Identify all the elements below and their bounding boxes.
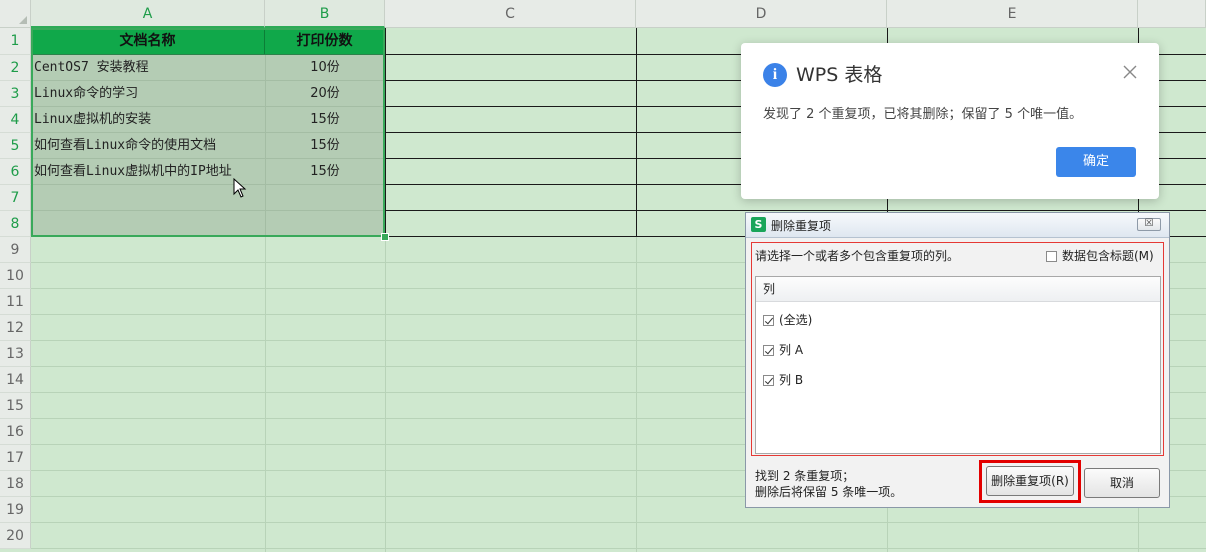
column-list: 列 (全选) 列 A 列 B: [755, 276, 1161, 454]
column-item-a[interactable]: 列 A: [763, 341, 803, 358]
cell-b3[interactable]: 20份: [265, 81, 385, 107]
select-all-corner[interactable]: [0, 0, 31, 28]
header-checkbox[interactable]: 数据包含标题(M): [1046, 247, 1154, 264]
column-item-select-all[interactable]: (全选): [763, 311, 812, 328]
row-header[interactable]: 9: [0, 237, 31, 263]
fill-handle[interactable]: [381, 233, 389, 241]
row-header[interactable]: 5: [0, 133, 31, 159]
cell-a6[interactable]: 如何查看Linux虚拟机中的IP地址: [31, 159, 265, 185]
dialog-titlebar[interactable]: S 删除重复项 ☒: [746, 213, 1169, 238]
popup-message: 发现了 2 个重复项，已将其删除；保留了 5 个唯一值。: [763, 107, 1083, 122]
column-header-e[interactable]: E: [887, 0, 1138, 28]
row-header[interactable]: 2: [0, 55, 31, 81]
popup-title: WPS 表格: [796, 64, 883, 86]
column-item-label: 列 A: [779, 343, 804, 357]
row-header[interactable]: 8: [0, 211, 31, 237]
gridline: [31, 548, 1206, 549]
wps-info-popup: i WPS 表格 发现了 2 个重复项，已将其删除；保留了 5 个唯一值。 确定: [741, 43, 1159, 199]
column-item-b[interactable]: 列 B: [763, 371, 803, 388]
checkbox-checked-icon[interactable]: [763, 345, 774, 356]
row-header[interactable]: 16: [0, 419, 31, 445]
row-header[interactable]: 19: [0, 497, 31, 523]
column-header-d[interactable]: D: [636, 0, 887, 28]
row-header[interactable]: 1: [0, 28, 31, 55]
header-checkbox-box[interactable]: [1046, 251, 1057, 262]
column-item-label: 列 B: [779, 373, 804, 387]
mouse-cursor-icon: [233, 178, 247, 198]
row-header[interactable]: 11: [0, 289, 31, 315]
remove-duplicates-dialog: S 删除重复项 ☒ 请选择一个或者多个包含重复项的列。 数据包含标题(M) 列 …: [745, 212, 1170, 508]
dialog-prompt: 请选择一个或者多个包含重复项的列。: [755, 249, 960, 263]
status-line-found: 找到 2 条重复项；: [755, 469, 855, 483]
column-header-f[interactable]: [1138, 0, 1206, 28]
row-header[interactable]: 15: [0, 393, 31, 419]
gridline: [31, 522, 1206, 523]
remove-duplicates-button[interactable]: 删除重复项(R): [986, 466, 1074, 496]
cell-a1[interactable]: 文档名称: [31, 28, 265, 55]
row-header[interactable]: 13: [0, 341, 31, 367]
ok-button[interactable]: 确定: [1056, 147, 1136, 177]
cell-a2[interactable]: CentOS7 安装教程: [31, 55, 265, 81]
row-header[interactable]: 12: [0, 315, 31, 341]
close-icon[interactable]: [1123, 65, 1137, 79]
cancel-button[interactable]: 取消: [1084, 468, 1160, 498]
status-line-keep: 删除后将保留 5 条唯一项。: [755, 485, 903, 499]
cell-a5[interactable]: 如何查看Linux命令的使用文档: [31, 133, 265, 159]
row-header[interactable]: 20: [0, 523, 31, 549]
info-icon: i: [763, 63, 787, 87]
cell-b2[interactable]: 10份: [265, 55, 385, 81]
row-header[interactable]: 14: [0, 367, 31, 393]
cell-b5[interactable]: 15份: [265, 133, 385, 159]
cell-a4[interactable]: Linux虚拟机的安装: [31, 107, 265, 133]
duplicate-status: 找到 2 条重复项； 删除后将保留 5 条唯一项。: [755, 468, 902, 500]
column-list-header: 列: [756, 277, 1160, 302]
wps-sheet-logo-icon: S: [751, 217, 766, 232]
dialog-title: 删除重复项: [771, 219, 832, 233]
column-header-a[interactable]: A: [31, 0, 265, 28]
column-header-b[interactable]: B: [265, 0, 385, 28]
dialog-close-button[interactable]: ☒: [1137, 218, 1161, 231]
checkbox-checked-icon[interactable]: [763, 315, 774, 326]
header-checkbox-label: 数据包含标题(M): [1062, 249, 1154, 263]
row-header[interactable]: 17: [0, 445, 31, 471]
row-header[interactable]: 18: [0, 471, 31, 497]
cell-b4[interactable]: 15份: [265, 107, 385, 133]
column-header-c[interactable]: C: [385, 0, 636, 28]
cell-a3[interactable]: Linux命令的学习: [31, 81, 265, 107]
row-header[interactable]: 10: [0, 263, 31, 289]
row-header[interactable]: 6: [0, 159, 31, 185]
row-header[interactable]: 3: [0, 81, 31, 107]
column-item-label: (全选): [779, 313, 813, 327]
row-header[interactable]: 4: [0, 107, 31, 133]
checkbox-checked-icon[interactable]: [763, 375, 774, 386]
cell-b6[interactable]: 15份: [265, 159, 385, 185]
cell-b1[interactable]: 打印份数: [265, 28, 385, 55]
row-header[interactable]: 7: [0, 185, 31, 211]
